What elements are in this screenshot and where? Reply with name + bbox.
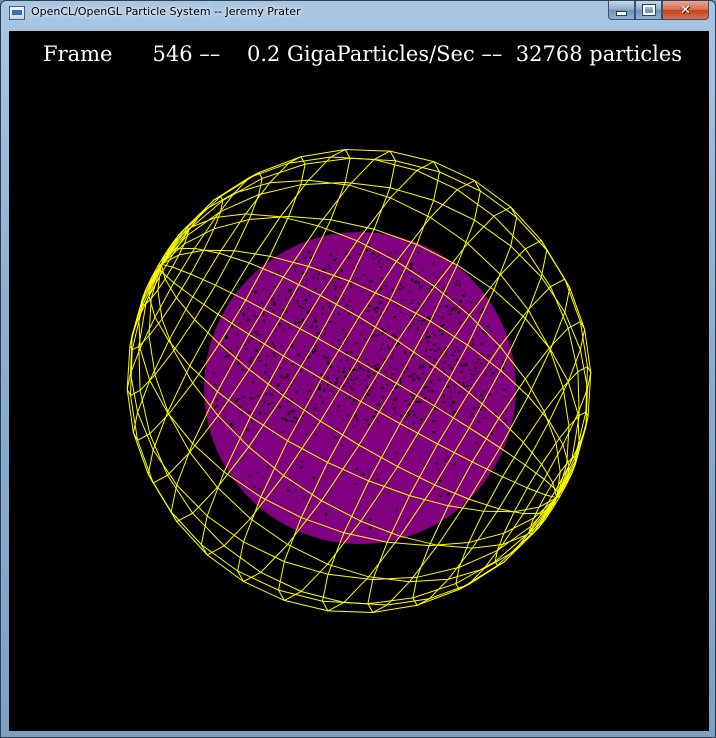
close-button[interactable]: ✕ <box>662 1 709 20</box>
stats-overlay: Frame 546 –– 0.2 GigaParticles/Sec –– 32… <box>43 42 683 66</box>
particle-disk <box>204 232 516 544</box>
app-window-icon[interactable] <box>9 6 25 20</box>
title-bar[interactable]: OpenCL/OpenGL Particle System -- Jeremy … <box>1 1 715 25</box>
opengl-viewport[interactable]: Frame 546 –– 0.2 GigaParticles/Sec –– 32… <box>9 31 709 731</box>
application-window: OpenCL/OpenGL Particle System -- Jeremy … <box>0 0 716 738</box>
particle-sphere <box>204 232 516 544</box>
minimize-icon <box>616 10 627 16</box>
maximize-button[interactable] <box>635 1 662 20</box>
minimize-button[interactable] <box>608 1 635 20</box>
close-icon: ✕ <box>680 2 691 18</box>
maximize-icon <box>641 4 656 16</box>
particle-scene <box>126 148 592 614</box>
window-title: OpenCL/OpenGL Particle System -- Jeremy … <box>31 5 301 18</box>
